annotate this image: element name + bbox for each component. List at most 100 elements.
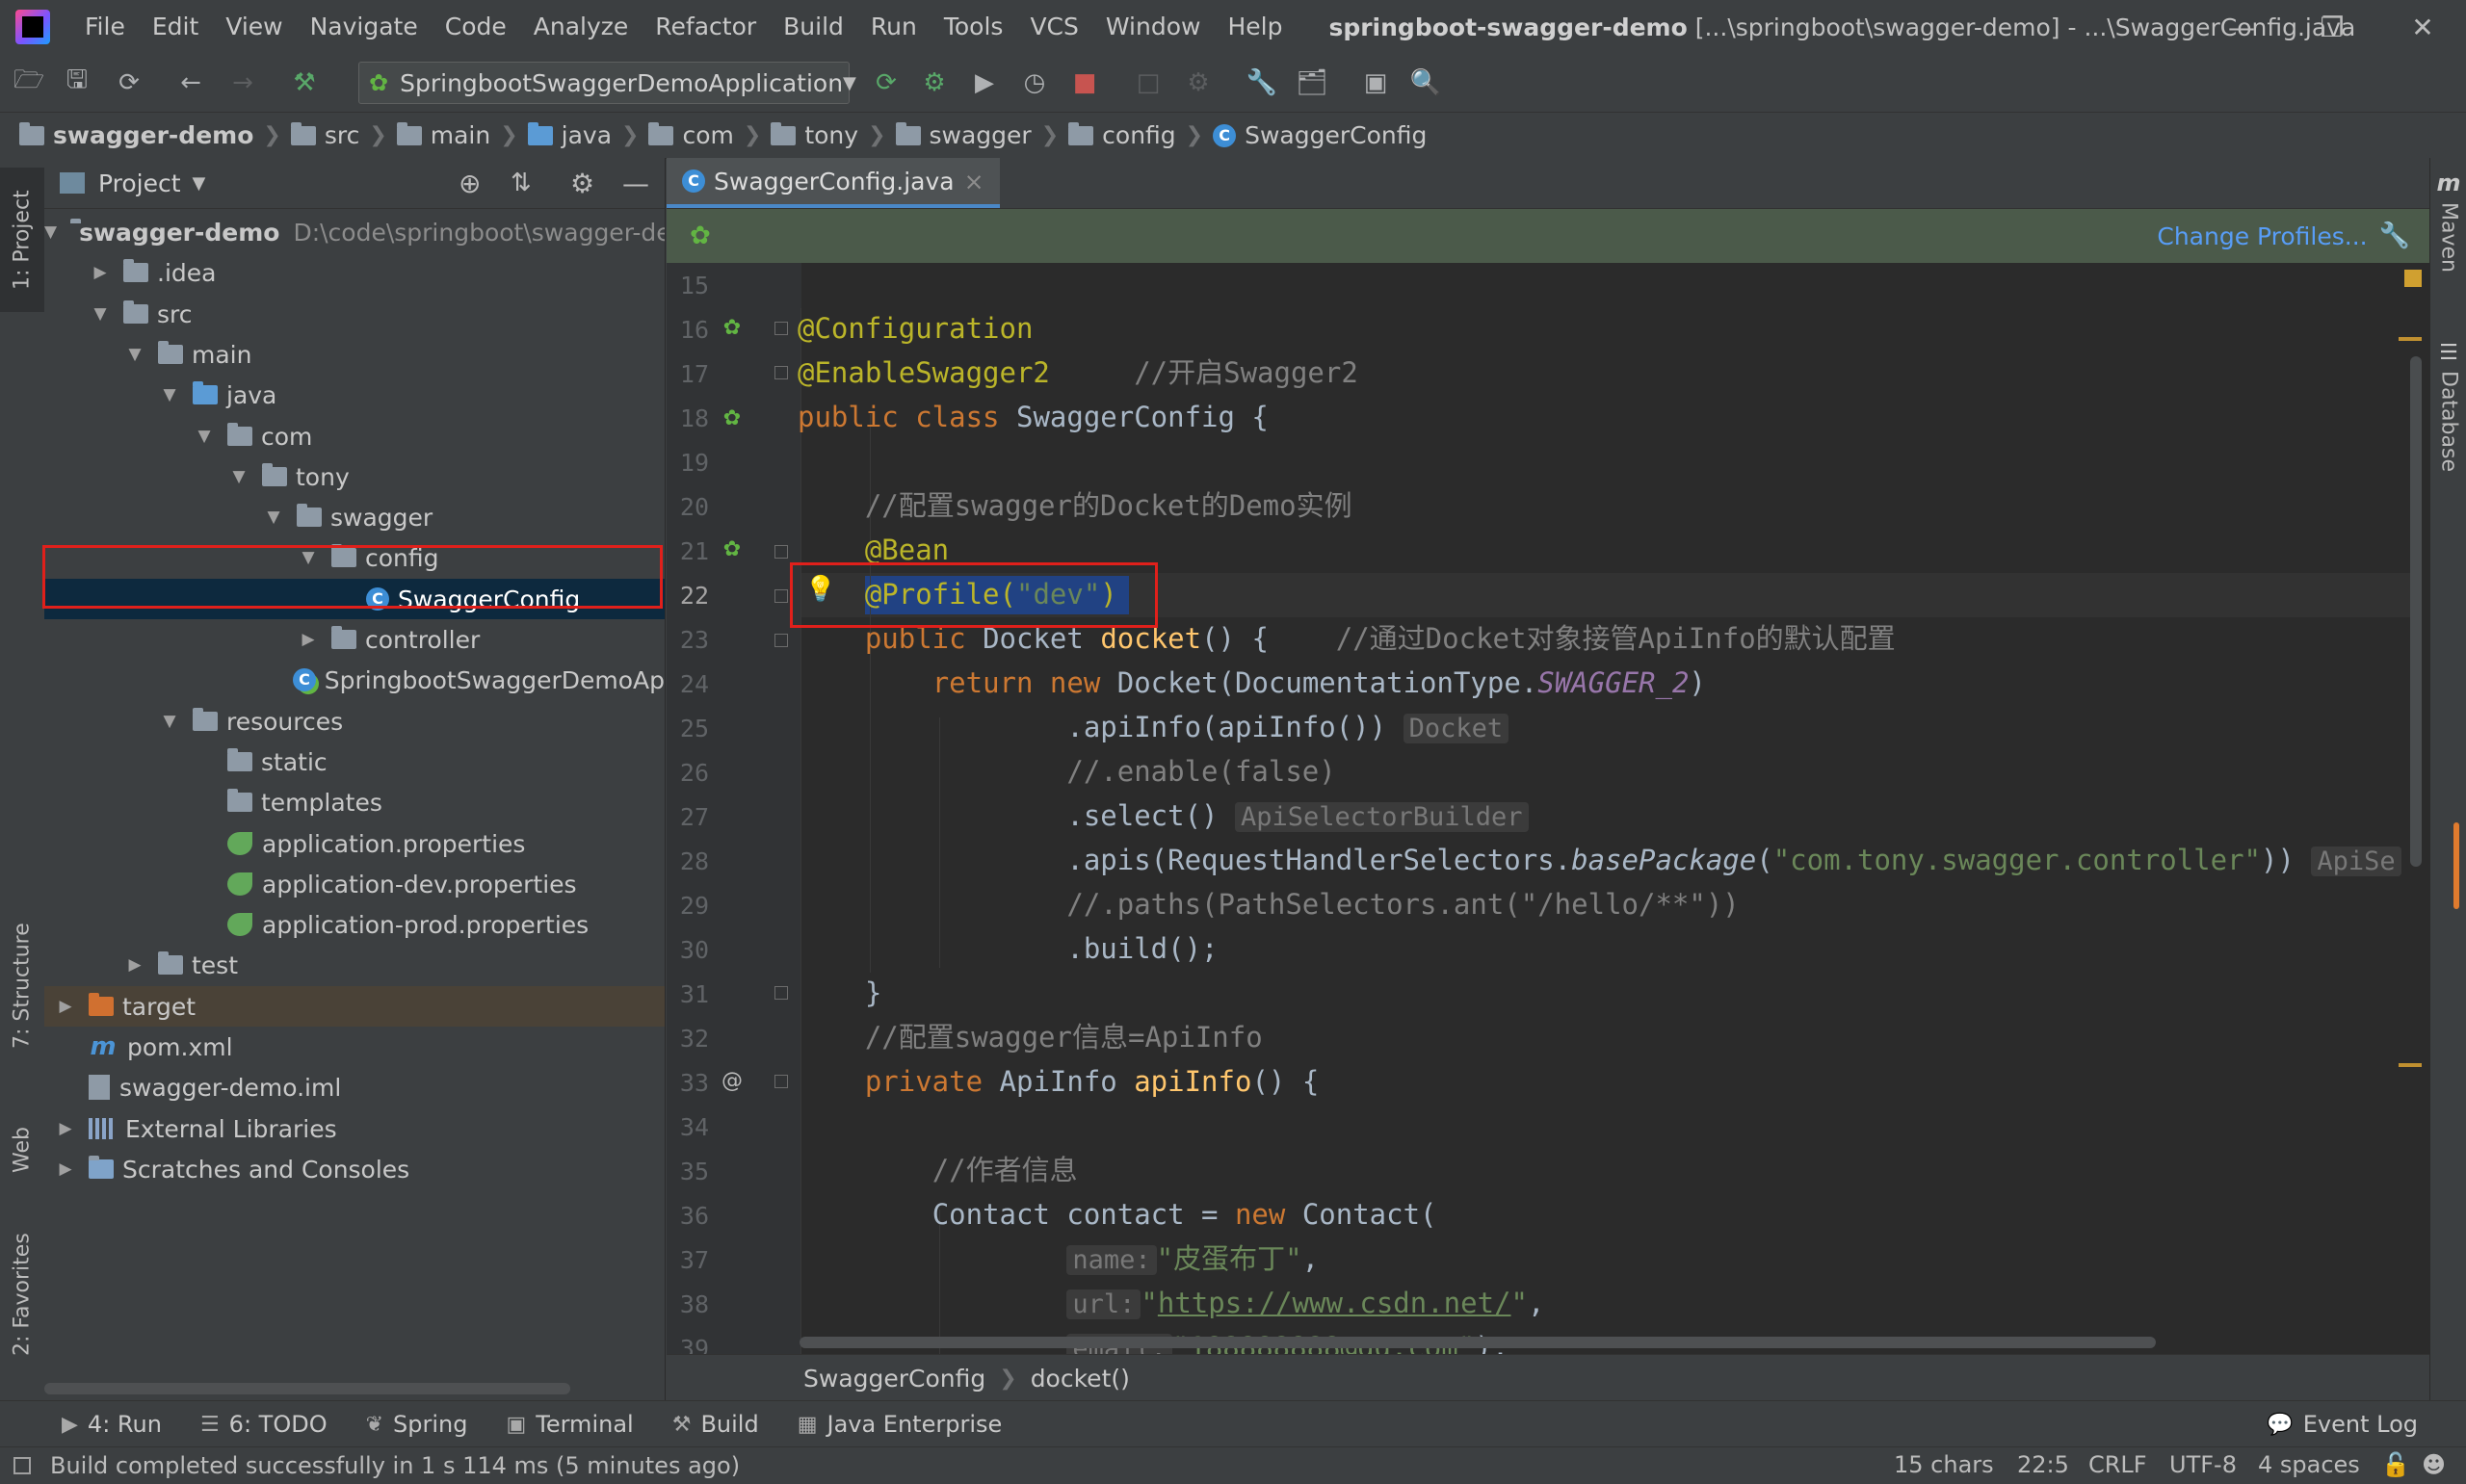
editor-breadcrumb-item[interactable]: docket() xyxy=(1031,1365,1130,1393)
close-window-button[interactable]: ✕ xyxy=(2379,0,2466,54)
project-horizontal-scrollbar[interactable] xyxy=(44,1383,570,1394)
menu-refactor[interactable]: Refactor xyxy=(642,0,770,54)
expanded-arrow-icon[interactable]: ▼ xyxy=(229,467,249,486)
tree-item-static[interactable]: static xyxy=(44,742,665,782)
tree-item-springbootswaggerdemoap[interactable]: C SpringbootSwaggerDemoAp xyxy=(44,660,665,700)
fold-marker[interactable] xyxy=(774,322,788,335)
tree-item-test[interactable]: ▶ test xyxy=(44,945,665,985)
breadcrumb-item[interactable]: java ❯ xyxy=(527,121,649,149)
spring-bean-icon[interactable]: ✿ xyxy=(719,535,746,562)
hide-panel-icon[interactable]: — xyxy=(622,168,649,199)
status-indent[interactable]: 4 spaces xyxy=(2258,1446,2360,1483)
scroll-marker[interactable] xyxy=(2399,1063,2422,1067)
status-line-separator[interactable]: CRLF xyxy=(2088,1446,2147,1483)
stop-icon[interactable]: ■ xyxy=(1067,65,1102,100)
lock-icon[interactable]: 🔓 xyxy=(2381,1446,2410,1483)
menu-window[interactable]: Window xyxy=(1092,0,1215,54)
settings-wrench-icon[interactable]: 🔧 xyxy=(1245,65,1279,100)
tab-swaggerconfig[interactable]: C SwaggerConfig.java × xyxy=(667,158,1000,208)
maven-tool-tab[interactable]: m Maven xyxy=(2430,169,2466,333)
fold-marker[interactable] xyxy=(774,986,788,1000)
project-tool-tab[interactable]: 1: Project xyxy=(0,168,44,312)
tree-item-pom-xml[interactable]: m pom.xml xyxy=(44,1027,665,1067)
tree-item-tony[interactable]: ▼ tony xyxy=(44,456,665,497)
expanded-arrow-icon[interactable]: ▼ xyxy=(160,385,179,404)
tab-spring[interactable]: ❦ Spring xyxy=(366,1411,468,1438)
sync-icon[interactable]: ⟳ xyxy=(112,65,146,100)
coverage-icon[interactable]: ▶ xyxy=(967,65,1002,100)
menu-build[interactable]: Build xyxy=(770,0,857,54)
save-all-icon[interactable]: 🖫 xyxy=(60,65,94,100)
at-sign-icon[interactable]: @ xyxy=(719,1067,746,1094)
fold-marker[interactable] xyxy=(774,589,788,603)
fold-marker[interactable] xyxy=(774,1075,788,1088)
minimize-button[interactable]: — xyxy=(2198,0,2285,54)
tree-item-application-dev-properties[interactable]: application-dev.properties xyxy=(44,864,665,904)
breadcrumb-item[interactable]: src ❯ xyxy=(290,121,397,149)
build-hammer-icon[interactable]: ⚒ xyxy=(287,65,322,100)
editor-breadcrumb-item[interactable]: SwaggerConfig xyxy=(803,1365,985,1393)
collapsed-arrow-icon[interactable]: ▶ xyxy=(91,263,110,282)
expanded-arrow-icon[interactable]: ▼ xyxy=(91,304,110,324)
profile-run-icon[interactable]: ◷ xyxy=(1017,65,1052,100)
tab-todo[interactable]: ☰ 6: TODO xyxy=(200,1411,328,1438)
collapsed-arrow-icon[interactable]: ▶ xyxy=(56,1159,75,1179)
tree-item-main[interactable]: ▼ main xyxy=(44,334,665,375)
web-tool-tab[interactable]: Web xyxy=(0,1102,44,1198)
expanded-arrow-icon[interactable]: ▼ xyxy=(44,222,57,242)
collapsed-arrow-icon[interactable]: ▶ xyxy=(299,630,318,649)
wrench-icon[interactable]: 🔧 xyxy=(2379,221,2410,250)
attach-debugger-icon[interactable]: □ xyxy=(1131,65,1166,100)
terminal-window-icon[interactable]: ▣ xyxy=(1358,65,1393,100)
horizontal-scrollbar[interactable] xyxy=(800,1337,2156,1348)
collapsed-arrow-icon[interactable]: ▶ xyxy=(125,955,144,975)
menu-run[interactable]: Run xyxy=(857,0,931,54)
breadcrumb-item[interactable]: com ❯ xyxy=(648,121,771,149)
back-arrow-icon[interactable]: ← xyxy=(173,65,208,100)
breadcrumb-item[interactable]: swagger ❯ xyxy=(895,121,1069,149)
tab-java-enterprise[interactable]: ▦ Java Enterprise xyxy=(798,1411,1003,1438)
debug-bug-icon[interactable]: ⚙ xyxy=(917,65,952,100)
project-structure-icon[interactable]: 🗂 xyxy=(1295,65,1329,100)
breadcrumb-item[interactable]: main ❯ xyxy=(396,121,528,149)
remote-debug-icon[interactable]: ⚙ xyxy=(1181,65,1216,100)
tree-item-com[interactable]: ▼ com xyxy=(44,416,665,456)
tree-item-resources[interactable]: ▼ resources xyxy=(44,701,665,742)
tree-item-controller[interactable]: ▶ controller xyxy=(44,619,665,660)
tree-item-scratches-and-consoles[interactable]: ▶ Scratches and Consoles xyxy=(44,1149,665,1189)
menu-help[interactable]: Help xyxy=(1214,0,1296,54)
tab-run[interactable]: ▶ 4: Run xyxy=(62,1411,162,1438)
expanded-arrow-icon[interactable]: ▼ xyxy=(264,508,283,527)
tree-item-swagger-demo[interactable]: ▼ swagger-demo D:\code\springboot\swagger-… xyxy=(44,212,665,252)
vertical-scrollbar[interactable] xyxy=(2410,356,2422,867)
menu-edit[interactable]: Edit xyxy=(139,0,212,54)
menu-navigate[interactable]: Navigate xyxy=(297,0,432,54)
breadcrumb-item[interactable]: swagger-demo ❯ xyxy=(19,121,291,149)
locate-target-icon[interactable]: ⊕ xyxy=(459,168,481,199)
inspection-icon[interactable]: ☻ xyxy=(2422,1446,2446,1483)
favorites-tool-tab[interactable]: 2: Favorites xyxy=(0,1217,44,1371)
tree-item-config[interactable]: ▼ config xyxy=(44,537,665,578)
tree-item-application-prod-properties[interactable]: application-prod.properties xyxy=(44,904,665,945)
restore-button[interactable]: ❐ xyxy=(2289,0,2375,54)
structure-tool-tab[interactable]: 7: Structure xyxy=(0,909,44,1063)
collapsed-arrow-icon[interactable]: ▶ xyxy=(56,997,75,1016)
status-message[interactable]: Build completed successfully in 1 s 114 … xyxy=(50,1452,740,1479)
warning-marker-icon[interactable] xyxy=(2404,270,2422,287)
status-encoding[interactable]: UTF-8 xyxy=(2169,1446,2237,1483)
spring-config-icon[interactable]: ✿ xyxy=(719,314,746,341)
tree-item-java[interactable]: ▼ java xyxy=(44,375,665,415)
forward-arrow-icon[interactable]: → xyxy=(225,65,260,100)
menu-vcs[interactable]: VCS xyxy=(1016,0,1091,54)
expanded-arrow-icon[interactable]: ▼ xyxy=(299,548,318,567)
chevron-down-icon[interactable]: ▼ xyxy=(193,173,206,194)
tree-item-application-properties[interactable]: application.properties xyxy=(44,823,665,864)
tree-item-templates[interactable]: templates xyxy=(44,782,665,822)
tab-build[interactable]: ⚒ Build xyxy=(672,1411,759,1438)
expanded-arrow-icon[interactable]: ▼ xyxy=(195,427,214,446)
change-profiles-link[interactable]: Change Profiles... xyxy=(2157,222,2367,250)
fold-marker[interactable] xyxy=(774,366,788,379)
collapsed-arrow-icon[interactable]: ▶ xyxy=(56,1119,75,1138)
close-icon[interactable]: × xyxy=(964,168,984,195)
menu-tools[interactable]: Tools xyxy=(931,0,1017,54)
